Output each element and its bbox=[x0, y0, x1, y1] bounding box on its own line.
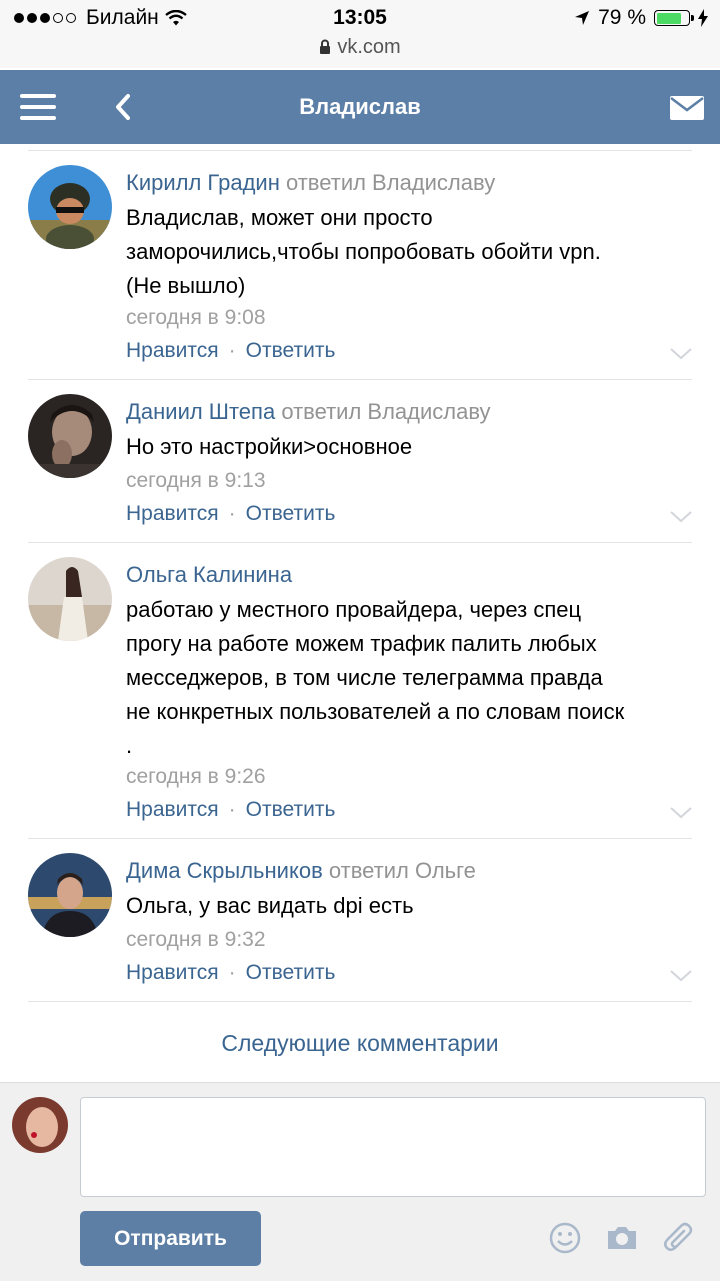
send-button[interactable]: Отправить bbox=[80, 1211, 261, 1266]
divider bbox=[28, 838, 692, 839]
comment-text: Владислав, может они просто заморочились… bbox=[126, 201, 696, 303]
comment-actions: Нравится · Ответить bbox=[126, 798, 336, 821]
reply-to: ответил Ольге bbox=[328, 858, 476, 883]
status-right: 79 % bbox=[574, 6, 708, 30]
divider bbox=[28, 1001, 692, 1002]
divider bbox=[28, 379, 692, 380]
like-button[interactable]: Нравится bbox=[126, 798, 219, 821]
top-header: Владислав bbox=[0, 70, 720, 144]
camera-icon[interactable] bbox=[605, 1221, 639, 1255]
page-title: Владислав bbox=[299, 94, 421, 119]
comment-line: заморочились,чтобы попробовать обойти vp… bbox=[126, 239, 601, 264]
comment-line: месседжеров, в том числе телеграмма прав… bbox=[126, 665, 603, 690]
comment-time: сегодня в 9:13 bbox=[126, 469, 266, 492]
comment-input[interactable] bbox=[80, 1097, 706, 1197]
comment-line: Но это настройки>основное bbox=[126, 434, 413, 459]
divider bbox=[28, 150, 692, 151]
paperclip-icon[interactable] bbox=[662, 1221, 696, 1255]
my-avatar bbox=[12, 1097, 68, 1153]
comment-text: работаю у местного провайдера, через спе… bbox=[126, 593, 696, 763]
reply-button[interactable]: Ответить bbox=[246, 961, 336, 984]
comment-author[interactable]: Ольга Калинина bbox=[126, 562, 292, 587]
comment-actions: Нравится · Ответить bbox=[126, 339, 336, 362]
battery-icon bbox=[654, 10, 694, 26]
avatar[interactable] bbox=[28, 557, 112, 641]
chevron-down-icon[interactable] bbox=[670, 807, 692, 819]
comment-actions: Нравится · Ответить bbox=[126, 502, 336, 525]
lock-icon bbox=[320, 39, 331, 54]
comment-header: Даниил Штепа ответил Владиславу bbox=[126, 399, 491, 425]
smile-icon[interactable] bbox=[548, 1221, 582, 1255]
reply-to: ответил Владиславу bbox=[285, 170, 496, 195]
next-comments-link[interactable]: Следующие комментарии bbox=[0, 1030, 720, 1057]
reply-button[interactable]: Ответить bbox=[246, 502, 336, 525]
comment-time: сегодня в 9:08 bbox=[126, 306, 266, 329]
reply-button[interactable]: Ответить bbox=[246, 798, 336, 821]
avatar[interactable] bbox=[28, 394, 112, 478]
mail-icon[interactable] bbox=[670, 96, 704, 120]
comment-header: Кирилл Градин ответил Владиславу bbox=[126, 170, 495, 196]
status-bar: Билайн 13:05 79 % vk.com bbox=[0, 0, 720, 68]
chevron-down-icon[interactable] bbox=[670, 511, 692, 523]
comment-time: сегодня в 9:26 bbox=[126, 765, 266, 788]
comment-line: не конкретных пользователей а по словам … bbox=[126, 699, 625, 724]
battery-percent: 79 % bbox=[598, 6, 646, 29]
comment-line: прогу на работе можем трафик палить любы… bbox=[126, 631, 597, 656]
chevron-down-icon[interactable] bbox=[670, 348, 692, 360]
comment-line: работаю у местного провайдера, через спе… bbox=[126, 597, 582, 622]
avatar[interactable] bbox=[28, 165, 112, 249]
comment-actions: Нравится · Ответить bbox=[126, 961, 336, 984]
comment-line: (Не вышло) bbox=[126, 273, 246, 298]
like-button[interactable]: Нравится bbox=[126, 961, 219, 984]
location-icon bbox=[575, 11, 590, 25]
avatar[interactable] bbox=[28, 853, 112, 937]
comment-composer: Отправить bbox=[0, 1082, 720, 1281]
reply-button[interactable]: Ответить bbox=[246, 339, 336, 362]
comment-time: сегодня в 9:32 bbox=[126, 928, 266, 951]
address-bar[interactable]: vk.com bbox=[0, 36, 720, 59]
chevron-down-icon[interactable] bbox=[670, 970, 692, 982]
comment-line: Владислав, может они просто bbox=[126, 205, 433, 230]
like-button[interactable]: Нравится bbox=[126, 339, 219, 362]
comment-text: Но это настройки>основное bbox=[126, 430, 696, 464]
charging-icon bbox=[698, 9, 708, 27]
divider bbox=[28, 542, 692, 543]
comment-author[interactable]: Дима Скрыльников bbox=[126, 858, 323, 883]
like-button[interactable]: Нравится bbox=[126, 502, 219, 525]
comment-author[interactable]: Даниил Штепа bbox=[126, 399, 275, 424]
comment-header: Ольга Калинина bbox=[126, 562, 292, 588]
comment-text: Ольга, у вас видать dpi есть bbox=[126, 889, 696, 923]
url-text: vk.com bbox=[337, 36, 401, 58]
comment-line: . bbox=[126, 733, 133, 758]
reply-to: ответил Владиславу bbox=[281, 399, 491, 424]
comment-line: Ольга, у вас видать dpi есть bbox=[126, 893, 414, 918]
comment-author[interactable]: Кирилл Градин bbox=[126, 170, 280, 195]
comment-header: Дима Скрыльников ответил Ольге bbox=[126, 858, 476, 884]
